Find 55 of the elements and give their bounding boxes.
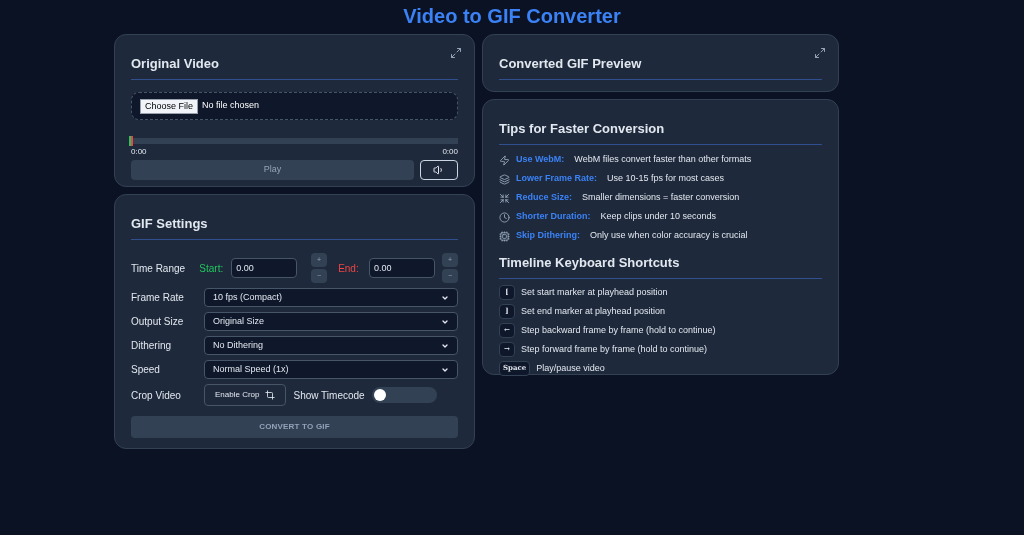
end-time-field[interactable]: 0.00 (369, 258, 435, 278)
bolt-icon (499, 154, 510, 166)
select-field[interactable]: Original Size (204, 312, 458, 331)
field-label: Speed (131, 363, 161, 377)
current-time: 0:00 (131, 146, 147, 158)
shrink-icon (499, 192, 510, 204)
shortcut-description: Step backward frame by frame (hold to continue) (521, 323, 716, 337)
timeline-track[interactable] (131, 138, 458, 144)
field-label: Output Size (131, 315, 185, 329)
tip-text: WebM files convert faster than other formats (574, 153, 752, 167)
tip-text: Use 10-15 fps for most cases (607, 172, 725, 186)
field-label: Show Timecode (293, 388, 365, 403)
tip-name: Use WebM: (516, 153, 565, 167)
choose-file-button[interactable]: Choose File (140, 98, 199, 114)
playhead-marker[interactable] (129, 136, 133, 146)
section-title: GIF Settings (131, 215, 208, 233)
timecode-toggle[interactable] (371, 387, 437, 403)
section-title: Original Video (131, 55, 219, 73)
shortcut-description: Set start marker at playhead position (521, 285, 668, 299)
speaker-icon (433, 164, 445, 176)
tip-name: Reduce Size: (516, 191, 573, 205)
end-label: End: (338, 261, 360, 276)
shortcut-description: Step forward frame by frame (hold to continue) (521, 342, 708, 356)
select-field[interactable]: 10 fps (Compact) (204, 288, 458, 307)
volume-button[interactable] (420, 160, 458, 180)
chip-icon (499, 230, 510, 242)
file-status: No file chosen (202, 99, 260, 113)
tip-text: Smaller dimensions = faster conversion (582, 191, 740, 205)
expand-icon[interactable] (450, 47, 462, 59)
tip-text: Only use when color accuracy is crucial (590, 229, 748, 243)
section-title: Tips for Faster Conversion (499, 120, 665, 138)
layers-icon (499, 173, 510, 185)
field-label: Crop Video (131, 388, 182, 403)
field-label: Dithering (131, 339, 173, 353)
page-title: Video to GIF Converter (402, 4, 622, 28)
expand-icon[interactable] (814, 47, 826, 59)
file-drop-zone[interactable]: Choose File No file chosen (131, 92, 458, 120)
clock-icon (499, 211, 510, 223)
section-title: Timeline Keyboard Shortcuts (499, 254, 680, 272)
tip-text: Keep clips under 10 seconds (600, 210, 717, 224)
select-field[interactable]: No Dithering (204, 336, 458, 355)
start-label: Start: (199, 261, 225, 276)
field-label: Time Range (131, 261, 187, 276)
tip-name: Skip Dithering: (516, 229, 580, 243)
field-label: Frame Rate (131, 291, 185, 305)
enable-crop-button[interactable]: Enable Crop (204, 384, 287, 406)
crop-icon (265, 390, 276, 400)
total-time: 0:00 (442, 146, 458, 158)
select-field[interactable]: Normal Speed (1x) (204, 360, 458, 379)
start-time-field[interactable]: 0.00 (231, 258, 298, 278)
shortcut-description: Play/pause video (536, 361, 605, 375)
tip-name: Lower Frame Rate: (516, 172, 598, 186)
shortcut-description: Set end marker at playhead position (521, 304, 666, 318)
section-title: Converted GIF Preview (499, 55, 642, 73)
tip-name: Shorter Duration: (516, 210, 591, 224)
